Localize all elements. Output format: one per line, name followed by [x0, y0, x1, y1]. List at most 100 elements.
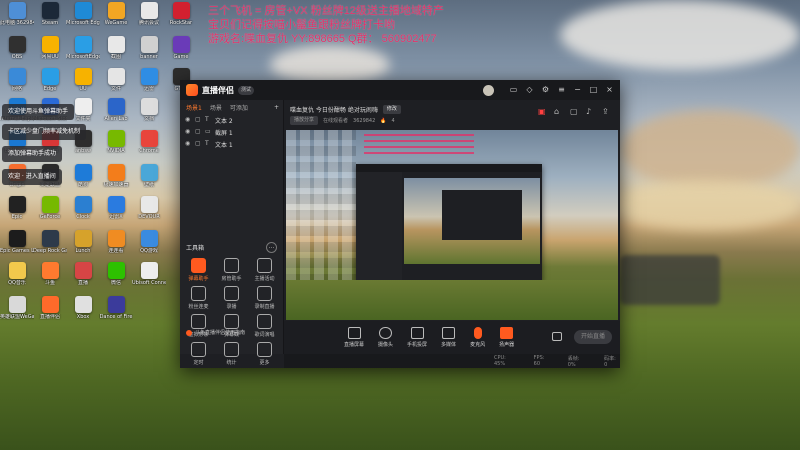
desktop-shortcut[interactable]: 网络 [0, 68, 34, 92]
desktop-shortcut[interactable]: 酷狗 [66, 164, 100, 188]
tab-scene-1[interactable]: 场景1 [186, 103, 202, 112]
tool-button[interactable]: 更多 [248, 342, 281, 366]
speaker-button[interactable]: 扬声器 [499, 327, 514, 348]
desktop-shortcut[interactable]: RockStar [164, 2, 198, 26]
tool-button[interactable]: 歌词演唱 [248, 314, 281, 338]
source-item[interactable]: ◉ ▢ T 文本 2 [180, 114, 283, 126]
desktop-shortcut[interactable]: Lunch [66, 230, 100, 254]
tool-button[interactable]: 录制直播 [248, 286, 281, 310]
phone-cast-button[interactable]: 手机投屏 [407, 327, 427, 348]
lock-icon[interactable]: ▢ [195, 141, 201, 147]
desktop-shortcut-label: Epic Games Launcher [0, 248, 34, 254]
eye-icon[interactable]: ◉ [185, 129, 191, 135]
microphone-button[interactable]: 麦克风 [470, 327, 485, 348]
cloud [610, 180, 800, 230]
desktop-shortcut[interactable]: UU [66, 68, 100, 92]
desktop-shortcut[interactable]: 腾讯会议 [132, 2, 166, 26]
desktop-shortcut[interactable]: 迅雷 [132, 68, 166, 92]
tool-button[interactable]: 弹幕助手 [182, 258, 215, 282]
desktop-shortcut[interactable]: MicrosoftEdge [66, 36, 100, 60]
title-bar[interactable]: 直播伴侣 测试 ▭ ◇ ⚙ ≡ − □ × [180, 80, 620, 100]
eye-icon[interactable]: ◉ [185, 141, 191, 147]
lock-icon[interactable]: ▢ [195, 129, 201, 135]
desktop-shortcut[interactable]: QQ音乐 [0, 262, 34, 286]
lock-icon[interactable]: ▢ [195, 117, 201, 123]
edit-title-button[interactable]: 修改 [382, 105, 401, 114]
desktop-shortcut[interactable]: 斗鱼 [33, 262, 67, 286]
gift-icon[interactable]: ▣ [538, 108, 546, 116]
camera-button[interactable]: 摄像头 [378, 327, 393, 348]
share-icon[interactable]: ⇪ [602, 108, 610, 116]
maximize-icon[interactable]: □ [589, 85, 598, 94]
tool-button[interactable]: 定时 [182, 342, 215, 366]
desktop-shortcut[interactable]: 连连看 [99, 230, 133, 254]
skin-icon[interactable]: ◇ [525, 85, 534, 94]
desktop-shortcut-label: Epic [11, 214, 23, 220]
desktop-shortcut[interactable]: DEVOUR [132, 196, 166, 220]
tab-add[interactable]: 可添加 [230, 103, 248, 112]
close-icon[interactable]: × [605, 85, 614, 94]
settings-icon[interactable]: ⚙ [541, 85, 550, 94]
desktop-shortcut[interactable]: 直播 [66, 262, 100, 286]
desktop-shortcut[interactable]: GeForce [33, 196, 67, 220]
desktop-shortcut[interactable]: 网易UU [33, 36, 67, 60]
desktop-shortcut[interactable]: WeGame [99, 2, 133, 26]
desktop-shortcut[interactable]: Chrome [132, 130, 166, 154]
tool-label: 录播 [226, 304, 237, 310]
mute-icon[interactable]: ♪ [586, 108, 594, 116]
desktop-shortcut-label: 迅雷 [143, 86, 154, 92]
desktop-shortcut[interactable]: OBS [0, 36, 34, 60]
stream-preview[interactable] [286, 130, 618, 320]
desktop-shortcut[interactable]: Alien Lab [99, 98, 133, 122]
minimize-icon[interactable]: − [573, 85, 582, 94]
desktop-shortcut[interactable]: Clock [66, 196, 100, 220]
tool-button[interactable]: 统计 [215, 342, 248, 366]
desktop-shortcut[interactable]: NVIDIA [99, 130, 133, 154]
desktop-shortcut[interactable]: banner [132, 36, 166, 60]
desktop-shortcut[interactable]: Microsoft Edge [66, 2, 100, 26]
menu-icon[interactable]: ≡ [557, 85, 566, 94]
desktop-shortcut[interactable]: QQ游戏 [132, 230, 166, 254]
tool-button[interactable]: 录播 [215, 286, 248, 310]
tab-scene[interactable]: 场景 [210, 103, 222, 112]
desktop-shortcut[interactable]: Epic [0, 196, 34, 220]
desktop-shortcut[interactable]: Deep Rock Galactic [33, 230, 67, 254]
desktop-shortcut[interactable]: 壁纸 [132, 164, 166, 188]
desktop-shortcut[interactable]: Edge [33, 68, 67, 92]
fullscreen-icon[interactable]: ▢ [570, 108, 578, 116]
desktop-shortcut[interactable]: 英雄联盟WeGame版 [0, 296, 34, 320]
more-icon[interactable]: … [266, 242, 277, 253]
desktop-shortcut[interactable]: 极速加速器 [99, 164, 133, 188]
tool-button[interactable]: 房管助手 [215, 258, 248, 282]
source-item[interactable]: ◉ ▢ T 文本 1 [180, 138, 283, 150]
desktop-shortcut[interactable]: Ubisoft Connect [132, 262, 166, 286]
desktop-shortcut[interactable]: 文件 [99, 68, 133, 92]
media-button[interactable]: 多媒体 [441, 327, 456, 348]
eye-icon[interactable]: ◉ [185, 117, 191, 123]
start-live-button[interactable]: 开始直播 [574, 330, 612, 344]
source-item[interactable]: ◉ ▢ ▭ 截屏 1 [180, 126, 283, 138]
desktop-shortcut[interactable]: 截图 [99, 36, 133, 60]
app-icon [140, 164, 158, 181]
desktop-shortcut[interactable]: 直播伴侣 [33, 296, 67, 320]
record-toggle[interactable] [552, 332, 563, 343]
desktop-shortcut[interactable]: 迅雷X [99, 196, 133, 220]
avatar[interactable] [483, 85, 494, 96]
desktop-shortcut[interactable]: 微信 [99, 262, 133, 286]
tool-icon [224, 258, 239, 273]
desktop-shortcut[interactable]: Game [164, 36, 198, 60]
lock-icon[interactable]: ⌂ [554, 108, 562, 116]
desktop-shortcut[interactable]: 此电脑 3629842 [0, 2, 34, 26]
guide-notice[interactable]: 斗鱼直播伴侣使用指南 [186, 329, 245, 336]
share-button[interactable]: 播放分享 [290, 116, 319, 125]
tool-button[interactable]: 粉丝连麦 [182, 286, 215, 310]
desktop-shortcut[interactable]: 文档 [132, 98, 166, 122]
screen-capture-button[interactable]: 直播屏幕 [344, 327, 364, 348]
desktop-shortcut[interactable]: Steam [33, 2, 67, 26]
desktop-shortcut[interactable]: Dance of Fire [99, 296, 133, 320]
desktop-shortcut[interactable]: Epic Games Launcher [0, 230, 34, 254]
tool-button[interactable]: 主播活动 [248, 258, 281, 282]
add-scene-icon[interactable]: + [274, 104, 279, 111]
message-icon[interactable]: ▭ [509, 85, 518, 94]
desktop-shortcut[interactable]: Xbox [66, 296, 100, 320]
